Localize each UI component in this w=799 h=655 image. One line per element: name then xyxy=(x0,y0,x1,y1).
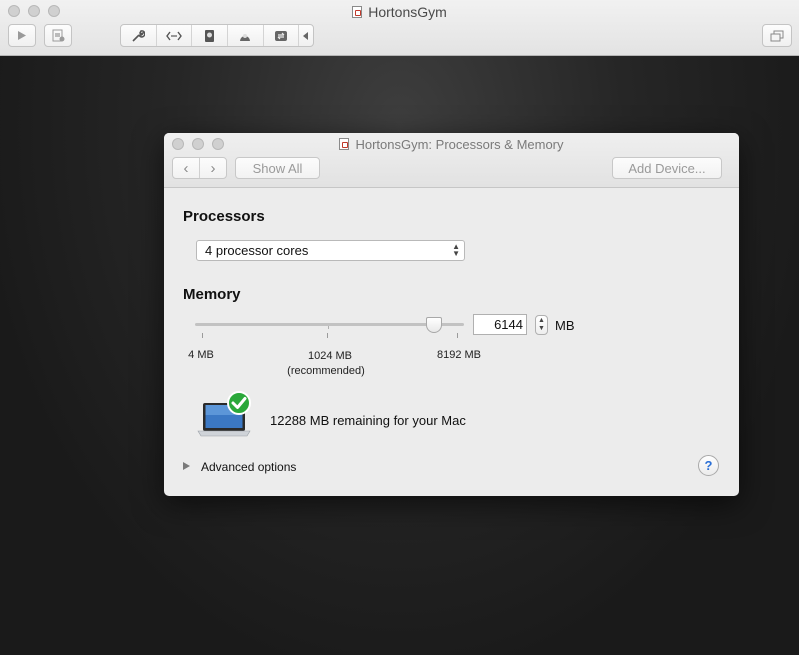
disclosure-triangle-icon[interactable] xyxy=(183,462,190,470)
processors-memory-sheet: HortonsGym: Processors & Memory ‹ › Show… xyxy=(164,133,739,496)
toolbar-group xyxy=(120,24,314,47)
tick-label-recommended-note: (recommended) xyxy=(287,365,365,377)
show-all-button[interactable]: Show All xyxy=(235,157,320,179)
memory-value-field[interactable]: 6144 xyxy=(473,314,527,335)
slider-tick xyxy=(327,333,328,338)
sheet-title: HortonsGym: Processors & Memory xyxy=(164,137,739,152)
play-icon xyxy=(18,31,26,40)
processor-cores-value: 4 processor cores xyxy=(205,243,309,258)
network-button[interactable] xyxy=(157,25,193,46)
add-device-button[interactable]: Add Device... xyxy=(612,157,722,179)
sync-button[interactable] xyxy=(264,25,300,46)
window-icon xyxy=(770,30,784,41)
main-titlebar: HortonsGym xyxy=(0,0,799,56)
tick-label-min: 4 MB xyxy=(188,349,214,361)
tick-label-recommended: 1024 MB xyxy=(307,350,353,362)
sheet-titlebar: HortonsGym: Processors & Memory ‹ › Show… xyxy=(164,133,739,188)
processor-cores-select[interactable]: 4 processor cores ▲ ▼ xyxy=(196,240,465,261)
tick-label-max: 8192 MB xyxy=(436,349,482,361)
triangle-left-icon xyxy=(303,31,309,40)
disk-icon xyxy=(205,29,215,42)
disk-button[interactable] xyxy=(192,25,228,46)
window-title: HortonsGym xyxy=(0,4,799,20)
settings-button[interactable] xyxy=(121,25,157,46)
memory-slider-thumb[interactable] xyxy=(426,317,442,333)
snapshot-button[interactable] xyxy=(44,24,72,47)
help-button[interactable]: ? xyxy=(698,455,719,476)
remaining-memory-text: 12288 MB remaining for your Mac xyxy=(270,413,466,428)
play-button[interactable] xyxy=(8,24,36,47)
memory-unit: MB xyxy=(555,318,575,333)
window-mode-button[interactable] xyxy=(762,24,792,47)
snapshot-icon xyxy=(52,29,64,42)
back-button[interactable]: ‹ xyxy=(173,158,200,178)
camera-button[interactable] xyxy=(228,25,264,46)
sync-icon xyxy=(274,30,287,41)
network-icon xyxy=(166,31,182,40)
mac-laptop-icon xyxy=(197,391,251,437)
processors-heading: Processors xyxy=(183,208,265,225)
advanced-options-toggle[interactable]: Advanced options xyxy=(201,460,296,474)
wrench-icon xyxy=(132,29,146,42)
memory-stepper[interactable]: ▲ ▼ xyxy=(535,315,548,335)
forward-button[interactable]: › xyxy=(200,158,226,178)
collapse-toolbar-button[interactable] xyxy=(299,25,313,46)
slider-minor-tick xyxy=(328,326,329,329)
select-arrows-icon: ▲ ▼ xyxy=(452,242,460,258)
vm-document-icon xyxy=(339,138,350,150)
camera-icon xyxy=(240,33,251,41)
slider-tick xyxy=(202,333,203,338)
memory-slider-track[interactable] xyxy=(195,323,464,326)
vm-document-icon xyxy=(352,6,363,18)
memory-heading: Memory xyxy=(183,286,241,303)
nav-buttons: ‹ › xyxy=(172,157,227,179)
slider-tick xyxy=(457,333,458,338)
